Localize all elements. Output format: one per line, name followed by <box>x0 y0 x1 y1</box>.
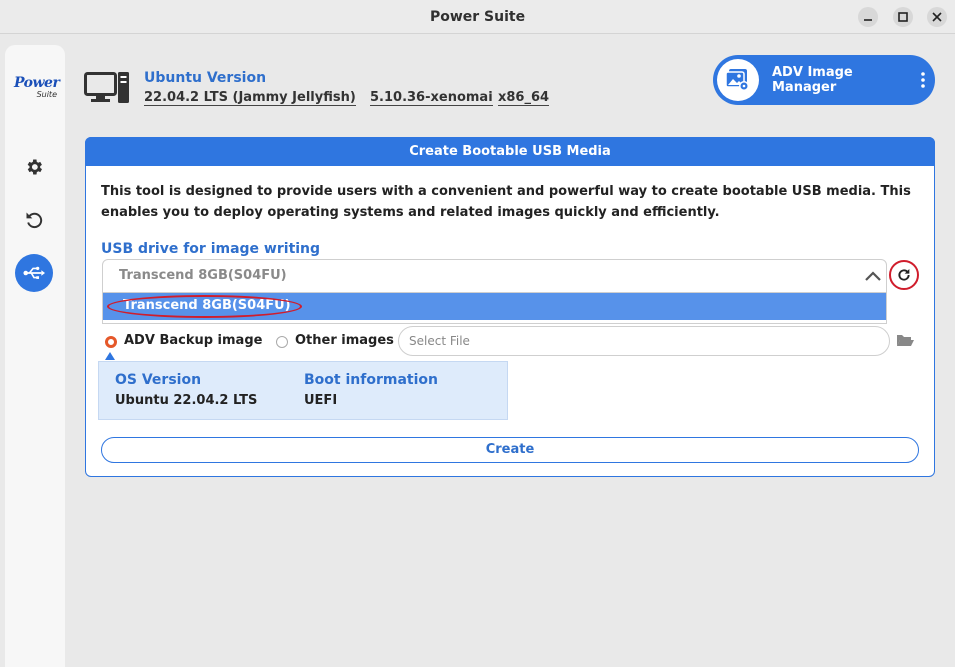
power-suite-logo: Power Suite <box>14 75 60 105</box>
gear-icon <box>27 159 42 175</box>
boot-info-label: Boot information <box>304 372 438 388</box>
selection-caret <box>105 352 115 360</box>
refresh-button[interactable] <box>889 260 919 290</box>
boot-info-value: UEFI <box>304 393 338 408</box>
sidebar-item-restore[interactable] <box>15 201 53 239</box>
select-file-input[interactable] <box>398 326 890 356</box>
restore-icon <box>26 212 43 229</box>
os-version-label: OS Version <box>115 372 202 388</box>
minimize-button[interactable] <box>858 7 878 27</box>
usb-drive-selected: Transcend 8GB(S04FU) <box>119 268 287 283</box>
image-info-box: OS Version Ubuntu 22.04.2 LTS Boot infor… <box>98 361 508 420</box>
title-bar: Power Suite <box>0 0 955 34</box>
sidebar: Power Suite <box>5 45 65 667</box>
os-version-value: Ubuntu 22.04.2 LTS <box>115 393 258 408</box>
maximize-icon <box>898 12 908 22</box>
panel-title: Create Bootable USB Media <box>85 137 935 166</box>
maximize-button[interactable] <box>893 7 913 27</box>
logo-text-sub: Suite <box>36 90 57 99</box>
create-button[interactable]: Create <box>101 437 919 463</box>
refresh-icon <box>898 269 910 281</box>
create-usb-panel: Create Bootable USB Media This tool is d… <box>85 137 935 477</box>
architecture: x86_64 <box>498 90 550 106</box>
usb-drive-label: USB drive for image writing <box>101 241 321 257</box>
sidebar-item-settings[interactable] <box>15 148 53 186</box>
panel-description: This tool is designed to provide users w… <box>101 184 911 220</box>
desktop-computer-icon <box>84 72 130 108</box>
sidebar-item-usb[interactable] <box>15 254 53 292</box>
other-images-label[interactable]: Other images <box>295 333 394 348</box>
close-icon <box>932 12 942 22</box>
more-options-icon[interactable] <box>921 72 925 88</box>
other-images-radio[interactable] <box>276 336 288 348</box>
folder-open-icon[interactable] <box>896 333 914 347</box>
usb-icon <box>23 266 45 279</box>
adv-backup-radio[interactable] <box>105 336 117 348</box>
kernel-version: 5.10.36-xenomai <box>370 90 493 106</box>
adv-backup-label[interactable]: ADV Backup image <box>124 333 262 348</box>
usb-drive-select[interactable]: Transcend 8GB(S04FU) <box>102 259 887 293</box>
adv-image-manager-button[interactable]: ADV Image Manager <box>713 55 935 105</box>
image-manager-icon <box>717 59 759 101</box>
logo-text-main: Power <box>14 75 60 91</box>
usb-drive-dropdown: Transcend 8GB(S04FU) <box>102 293 887 324</box>
os-version-title: Ubuntu Version <box>144 70 267 86</box>
os-release: 22.04.2 LTS (Jammy Jellyfish) <box>144 90 356 106</box>
chevron-up-icon <box>865 271 881 281</box>
usb-drive-option[interactable]: Transcend 8GB(S04FU) <box>103 293 886 320</box>
window-title: Power Suite <box>429 9 526 25</box>
adv-image-manager-label: ADV Image Manager <box>772 65 853 95</box>
close-button[interactable] <box>927 7 947 27</box>
highlight-ring <box>107 295 302 318</box>
minimize-icon <box>864 19 872 21</box>
